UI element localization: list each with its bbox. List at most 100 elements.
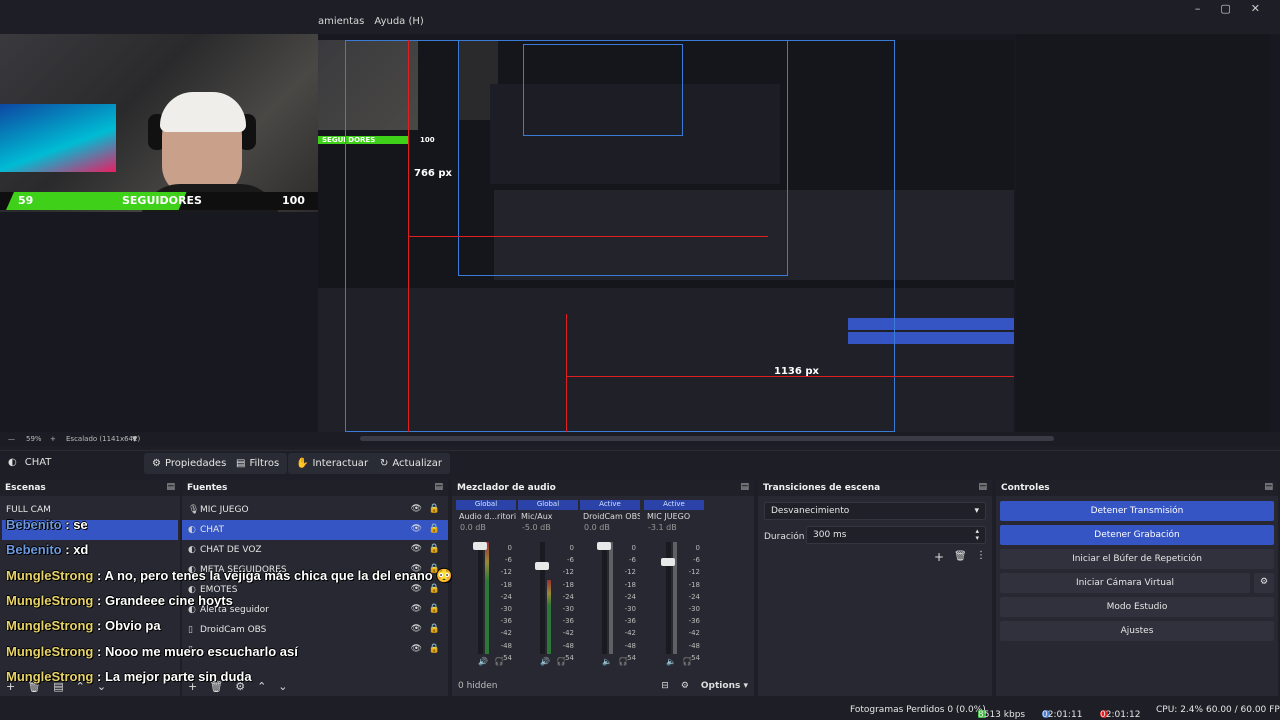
headphone-icon[interactable]: 🎧 bbox=[682, 657, 692, 666]
remove-source-button[interactable]: 🗑 bbox=[209, 680, 223, 693]
virtual-camera-settings-gear-icon[interactable]: ⚙ bbox=[1254, 573, 1274, 593]
transition-menu-icon[interactable]: ⋮ bbox=[976, 550, 986, 561]
source-item[interactable]: ◐ CHAT DE VOZ 👁 🔒 bbox=[182, 540, 448, 560]
speaker-muted-icon[interactable]: 🔈 bbox=[602, 657, 612, 666]
guide-horizontal-1 bbox=[566, 376, 1014, 377]
mixer-channel: Active DroidCam OBS 0.0 dB 0 -6 -12 -18 -24-… bbox=[580, 500, 640, 666]
guide-vertical-2 bbox=[566, 314, 567, 432]
settings-button[interactable]: Ajustes bbox=[1000, 621, 1274, 641]
channel-name[interactable]: Audio d...ritorio bbox=[456, 510, 516, 523]
interact-button[interactable]: ✋ Interactuar bbox=[288, 453, 377, 474]
add-scene-button[interactable]: + bbox=[6, 680, 15, 693]
source-item[interactable]: ◐ META SEGUIDORES 👁 🔒 bbox=[182, 560, 448, 580]
mixer-options-button[interactable]: Options ▾ bbox=[701, 681, 748, 691]
follower-goal-bar: 59 SEGUIDORES 100 bbox=[0, 192, 318, 210]
source-item[interactable]: 🎙MIC JUEGO 👁 🔒 bbox=[182, 500, 448, 520]
volume-fader[interactable] bbox=[473, 542, 487, 550]
dock-menu-icon[interactable]: ▤ bbox=[166, 482, 175, 492]
zoom-out-button[interactable]: — bbox=[8, 435, 15, 443]
volume-level bbox=[547, 580, 551, 654]
dock-menu-icon[interactable]: ▤ bbox=[740, 482, 749, 492]
source-item-selected[interactable]: ◐ CHAT 👁 🔒 bbox=[182, 520, 448, 540]
eye-icon[interactable]: 👁 bbox=[411, 624, 422, 634]
sources-list: 🎙MIC JUEGO 👁 🔒 ◐ CHAT 👁 🔒 ◐ CHAT DE VOZ 👁 🔒 ◐ MET… bbox=[182, 500, 448, 660]
status-bar: Fotogramas Perdidos 0 (0.0%) 8513 kbps 0… bbox=[0, 700, 1280, 720]
zoom-in-button[interactable]: + bbox=[50, 435, 56, 443]
menu-herramientas[interactable]: amientas bbox=[318, 16, 364, 34]
preview-area[interactable]: SEGUI DORES 100 766 px 1136 px 59 SEGUID… bbox=[0, 34, 1280, 432]
remove-transition-button[interactable]: 🗑 bbox=[954, 551, 967, 562]
mixer-advanced-icon[interactable]: ⚙ bbox=[681, 681, 689, 691]
lock-icon[interactable]: 🔒 bbox=[429, 604, 440, 614]
source-down-button[interactable]: ⌄ bbox=[278, 680, 287, 693]
channel-name[interactable]: MIC JUEGO bbox=[644, 510, 704, 523]
minimize-button[interactable]: – bbox=[1195, 2, 1201, 15]
dock-menu-icon[interactable]: ▤ bbox=[978, 482, 987, 492]
duration-input[interactable]: 300 ms ▴ ▾ bbox=[806, 526, 986, 544]
dock-menu-icon[interactable]: ▤ bbox=[1264, 482, 1273, 492]
lock-icon[interactable]: 🔒 bbox=[429, 564, 440, 574]
scene-item-selected[interactable] bbox=[2, 520, 178, 540]
stop-recording-button[interactable]: Detener Grabación bbox=[1000, 525, 1274, 545]
lock-icon[interactable]: 🔒 bbox=[429, 504, 440, 514]
headphone-icon[interactable]: 🎧 bbox=[494, 657, 504, 666]
menu-ayuda[interactable]: Ayuda (H) bbox=[374, 16, 423, 34]
hidden-count[interactable]: 0 hidden bbox=[458, 681, 497, 691]
close-button[interactable]: ✕ bbox=[1251, 2, 1260, 15]
eye-icon[interactable]: 👁 bbox=[411, 524, 422, 534]
eye-icon[interactable]: 👁 bbox=[411, 644, 422, 654]
stop-stream-button[interactable]: Detener Transmisión bbox=[1000, 501, 1274, 521]
eye-icon[interactable]: 👁 bbox=[411, 544, 422, 554]
scene-down-button[interactable]: ⌄ bbox=[97, 680, 106, 693]
preview-horizontal-scrollbar[interactable] bbox=[360, 436, 1054, 441]
channel-volume: -5.0 dB bbox=[522, 523, 551, 532]
transition-type-select[interactable]: Desvanecimiento ▾ bbox=[764, 502, 986, 520]
add-transition-button[interactable]: + bbox=[934, 550, 944, 564]
volume-fader[interactable] bbox=[535, 562, 549, 570]
refresh-button[interactable]: ↻ Actualizar bbox=[372, 453, 450, 474]
headphone-icon[interactable]: 🎧 bbox=[556, 657, 566, 666]
eye-icon[interactable]: 👁 bbox=[411, 604, 422, 614]
source-properties-button[interactable]: ⚙ bbox=[235, 680, 245, 693]
channel-name[interactable]: Mic/Aux bbox=[518, 510, 578, 523]
follower-label: SEGUIDORES bbox=[122, 194, 202, 207]
dock-menu-icon[interactable]: ▤ bbox=[434, 482, 443, 492]
eye-icon[interactable]: 👁 bbox=[411, 504, 422, 514]
lock-icon[interactable]: 🔒 bbox=[429, 624, 440, 634]
speaker-muted-icon[interactable]: 🔈 bbox=[666, 657, 676, 666]
source-item[interactable]: ◐ Alerta seguidor 👁 🔒 bbox=[182, 600, 448, 620]
duration-stepper-icon[interactable]: ▴ ▾ bbox=[975, 528, 979, 542]
eye-icon[interactable]: 👁 bbox=[411, 564, 422, 574]
scene-item-full-cam[interactable]: FULL CAM bbox=[0, 500, 180, 520]
scene-filters-button[interactable]: ▤ bbox=[53, 680, 63, 693]
filters-button[interactable]: ▤ Filtros bbox=[228, 453, 288, 474]
properties-button[interactable]: ⚙ Propiedades bbox=[144, 453, 235, 474]
add-source-button[interactable]: + bbox=[188, 680, 197, 693]
scene-up-button[interactable]: ⌃ bbox=[76, 680, 85, 693]
lock-icon[interactable]: 🔒 bbox=[429, 544, 440, 554]
scale-dropdown-icon[interactable]: ▼ bbox=[132, 435, 137, 443]
source-up-button[interactable]: ⌃ bbox=[257, 680, 266, 693]
source-item[interactable]: ▯ 👁 🔒 bbox=[182, 640, 448, 660]
speaker-icon[interactable]: 🔊 bbox=[540, 657, 550, 666]
lock-icon[interactable]: 🔒 bbox=[429, 524, 440, 534]
mixer-options-label: Options bbox=[700, 681, 741, 691]
volume-fader[interactable] bbox=[597, 542, 611, 550]
lock-icon[interactable]: 🔒 bbox=[429, 584, 440, 594]
preview-canvas[interactable]: SEGUI DORES 100 766 px 1136 px bbox=[318, 40, 1014, 432]
headphone-icon[interactable]: 🎧 bbox=[618, 657, 628, 666]
studio-mode-button[interactable]: Modo Estudio bbox=[1000, 597, 1274, 617]
volume-fader[interactable] bbox=[661, 558, 675, 566]
speaker-icon[interactable]: 🔊 bbox=[478, 657, 488, 666]
mixer-layout-icon[interactable]: ⊟ bbox=[661, 681, 669, 691]
channel-name[interactable]: DroidCam OBS bbox=[580, 510, 640, 523]
replay-buffer-button[interactable]: Iniciar el Búfer de Repetición bbox=[1000, 549, 1274, 569]
eye-icon[interactable]: 👁 bbox=[411, 584, 422, 594]
maximize-button[interactable]: ▢ bbox=[1220, 2, 1230, 15]
source-item[interactable]: ◐ EMOTES 👁 🔒 bbox=[182, 580, 448, 600]
gear-icon: ⚙ bbox=[152, 458, 161, 469]
remove-scene-button[interactable]: 🗑 bbox=[27, 680, 41, 693]
lock-icon[interactable]: 🔒 bbox=[429, 644, 440, 654]
source-item[interactable]: ▯ DroidCam OBS 👁 🔒 bbox=[182, 620, 448, 640]
virtual-camera-button[interactable]: Iniciar Cámara Virtual bbox=[1000, 573, 1250, 593]
